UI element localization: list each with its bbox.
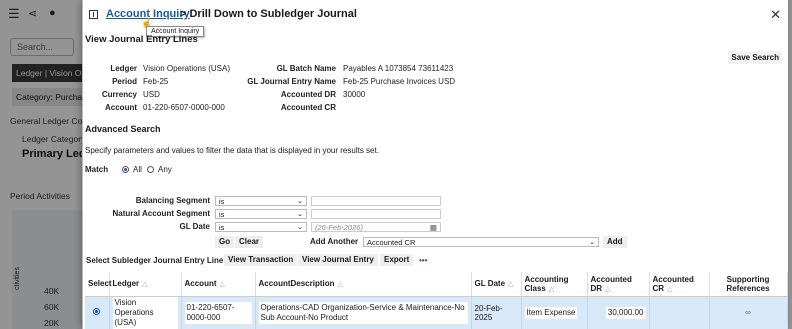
sort-icon[interactable]: △ bbox=[549, 286, 554, 293]
add-another-label: Add Another bbox=[310, 237, 359, 246]
balancing-segment-label: Balancing Segment bbox=[135, 196, 210, 205]
currency-value: USD bbox=[143, 90, 160, 99]
cell-accounted-cr bbox=[649, 296, 710, 329]
table-header-row: Select Ledger △ Account △ AccountDescripti… bbox=[85, 272, 788, 297]
gl-journal-entry-name-value: Feb-25 Purchase Invoices USD bbox=[343, 77, 456, 86]
match-all-radio[interactable] bbox=[122, 166, 129, 173]
balancing-segment-operator[interactable]: is ⌄ bbox=[215, 196, 307, 206]
accounted-cr-label: Accounted CR bbox=[280, 103, 336, 112]
col-supporting-refs-header: Supporting References bbox=[709, 272, 788, 297]
results-toolbar: Select Subledger Journal Entry Line: Vie… bbox=[83, 253, 788, 269]
sort-icon[interactable]: △ bbox=[667, 286, 672, 293]
match-any-label: Any bbox=[158, 165, 172, 174]
natural-account-operator[interactable]: is ⌄ bbox=[215, 209, 307, 219]
chevron-down-icon: ⌄ bbox=[297, 211, 303, 218]
cell-ledger: Vision Operations (USA) bbox=[109, 296, 182, 329]
results-table: Select Ledger △ Account △ AccountDescripti… bbox=[85, 272, 788, 329]
page-title: > Drill Down to Subledger Journal bbox=[180, 8, 357, 20]
match-all-label: All bbox=[133, 165, 142, 174]
row-select-radio[interactable] bbox=[93, 308, 101, 315]
cell-accounted-dr: 30,000.00 bbox=[587, 296, 650, 329]
col-description-header[interactable]: AccountDescription △ bbox=[255, 272, 472, 297]
sort-icon[interactable]: △ bbox=[142, 281, 147, 288]
sort-icon[interactable]: △ bbox=[508, 281, 513, 288]
gl-batch-name-label: GL Batch Name bbox=[276, 64, 336, 73]
ledger-value: Vision Operations (USA) bbox=[143, 64, 230, 73]
col-accounted-cr-header[interactable]: Accounted CR △ bbox=[649, 272, 710, 297]
chevron-down-icon: ⌄ bbox=[297, 224, 303, 231]
sort-icon[interactable]: △ bbox=[605, 286, 610, 293]
close-icon[interactable]: ✕ bbox=[770, 7, 781, 23]
gl-date-input[interactable]: (26-Feb-2026) ▦ bbox=[311, 222, 441, 232]
chevron-down-icon: ⌄ bbox=[589, 239, 595, 246]
accounted-dr-value: 30000 bbox=[343, 90, 366, 99]
cell-accounting-class: Item Expense bbox=[521, 296, 588, 329]
cell-gl-date: 20-Feb-2025 bbox=[471, 296, 522, 329]
view-transaction-button[interactable]: View Transaction bbox=[224, 254, 298, 266]
account-value: 01-220-6507-0000-000 bbox=[143, 103, 225, 112]
row-select-radio-cell[interactable] bbox=[85, 296, 110, 329]
drill-down-dialog: Account Inquiry > Drill Down to Subledge… bbox=[82, 0, 788, 329]
clear-button[interactable]: Clear bbox=[235, 236, 264, 248]
match-any-radio[interactable] bbox=[147, 166, 154, 173]
export-button[interactable]: Export bbox=[380, 254, 414, 266]
supporting-references-icon[interactable]: ∞ bbox=[745, 308, 751, 317]
table-row[interactable]: Vision Operations (USA) 01-220-6507-0000… bbox=[85, 296, 788, 329]
balancing-segment-input[interactable] bbox=[311, 196, 441, 206]
calendar-icon[interactable]: ▦ bbox=[430, 223, 437, 232]
cell-description: Operations-CAD Organization-Service & Ma… bbox=[255, 296, 472, 329]
cell-account: 01-220-6507-0000-000 bbox=[181, 296, 256, 329]
currency-label: Currency bbox=[101, 90, 137, 99]
toolbar-label: Select Subledger Journal Entry Line: bbox=[86, 256, 227, 265]
col-gl-date-header[interactable]: GL Date △ bbox=[471, 272, 522, 297]
col-accounting-class-header[interactable]: Accounting Class △ bbox=[521, 272, 588, 297]
period-label: Period bbox=[112, 77, 137, 86]
col-accounted-dr-header[interactable]: Accounted DR △ bbox=[587, 272, 650, 297]
go-button[interactable]: Go bbox=[215, 236, 235, 248]
col-ledger-header[interactable]: Ledger △ bbox=[109, 272, 182, 297]
col-select-header: Select bbox=[85, 272, 112, 297]
gl-journal-entry-name-label: GL Journal Entry Name bbox=[247, 77, 336, 86]
natural-account-segment-label: Natural Account Segment bbox=[112, 209, 211, 218]
gl-date-operator[interactable]: is ⌄ bbox=[215, 222, 307, 232]
more-actions-icon[interactable]: ••• bbox=[419, 256, 427, 265]
add-button[interactable]: Add bbox=[603, 236, 627, 248]
add-another-select[interactable]: Accounted CR ⌄ bbox=[363, 237, 599, 247]
gl-batch-name-value: Payables A 1073854 73611423 bbox=[343, 64, 454, 73]
account-label: Account bbox=[105, 103, 137, 112]
gl-date-label: GL Date bbox=[179, 222, 210, 231]
sort-icon[interactable]: △ bbox=[338, 281, 343, 288]
match-label: Match bbox=[85, 165, 109, 174]
period-value: Feb-25 bbox=[143, 77, 169, 86]
section-title: View Journal Entry Lines bbox=[85, 34, 198, 45]
panel-icon bbox=[89, 10, 98, 19]
chevron-down-icon: ⌄ bbox=[297, 198, 303, 205]
accounted-dr-label: Accounted DR bbox=[280, 90, 336, 99]
natural-account-input[interactable] bbox=[311, 209, 441, 219]
save-search-button[interactable]: Save Search bbox=[728, 51, 782, 64]
ledger-label: Ledger bbox=[110, 64, 137, 73]
cell-supporting-refs[interactable]: ∞ bbox=[709, 296, 788, 329]
sort-icon[interactable]: △ bbox=[220, 281, 225, 288]
col-account-header[interactable]: Account △ bbox=[181, 272, 256, 297]
advanced-search-description: Specify parameters and values to filter … bbox=[85, 146, 379, 155]
advanced-search-title: Advanced Search bbox=[85, 124, 161, 134]
view-journal-entry-button[interactable]: View Journal Entry bbox=[298, 254, 378, 266]
